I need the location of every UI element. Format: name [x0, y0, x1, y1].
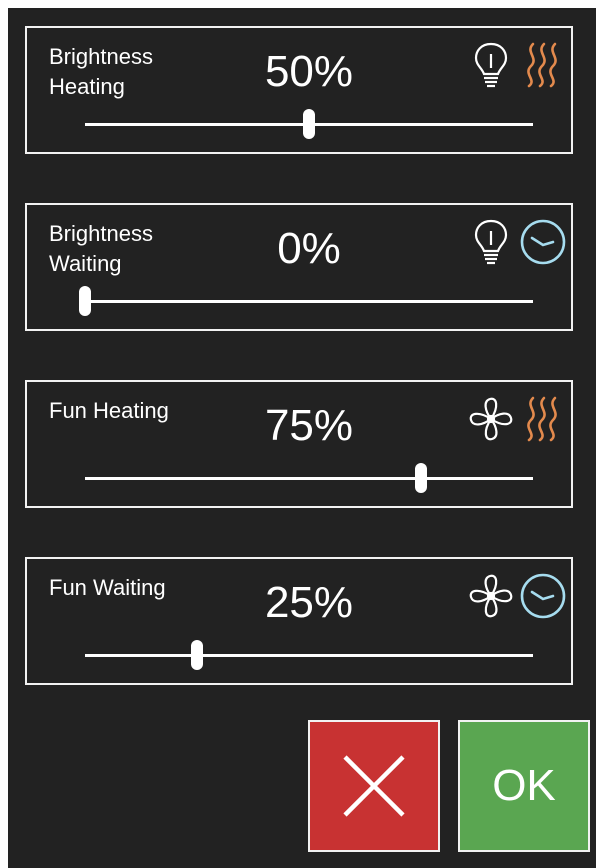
fun-waiting-slider-track[interactable]	[85, 654, 533, 657]
clock-icon	[519, 217, 567, 267]
panel-label: Fun Heating	[49, 398, 169, 423]
fun-waiting-panel: Fun Waiting 25%	[25, 557, 573, 685]
close-icon	[343, 755, 405, 817]
panel-value: 75%	[264, 401, 354, 450]
ok-button-label: OK	[492, 761, 556, 810]
panel-label: Fun Waiting	[49, 575, 166, 600]
panel-label: Brightness Heating	[49, 44, 153, 99]
fun-heating-panel: Fun Heating 75%	[25, 380, 573, 508]
brightness-waiting-slider-thumb[interactable]	[79, 286, 91, 316]
fun-heating-slider-thumb[interactable]	[415, 463, 427, 493]
heat-waves-icon	[519, 394, 567, 444]
brightness-waiting-slider-track[interactable]	[85, 300, 533, 303]
brightness-waiting-panel: Brightness Waiting 0%	[25, 203, 573, 331]
brightness-heating-slider-thumb[interactable]	[303, 109, 315, 139]
clock-icon	[519, 571, 567, 621]
heat-waves-icon	[519, 40, 567, 90]
fan-icon	[467, 394, 515, 444]
fan-icon	[467, 571, 515, 621]
panel-value: 50%	[264, 47, 354, 96]
settings-screen: Brightness Heating 50% Brightness Waitin…	[8, 8, 596, 868]
ok-button[interactable]: OK	[458, 720, 590, 852]
brightness-heating-panel: Brightness Heating 50%	[25, 26, 573, 154]
cancel-button[interactable]	[308, 720, 440, 852]
panel-value: 0%	[277, 224, 341, 273]
fun-heating-slider-track[interactable]	[85, 477, 533, 480]
lightbulb-icon	[467, 40, 515, 90]
panel-value: 25%	[264, 578, 354, 627]
panel-label: Brightness Waiting	[49, 221, 153, 276]
fun-waiting-slider-thumb[interactable]	[191, 640, 203, 670]
lightbulb-icon	[467, 217, 515, 267]
